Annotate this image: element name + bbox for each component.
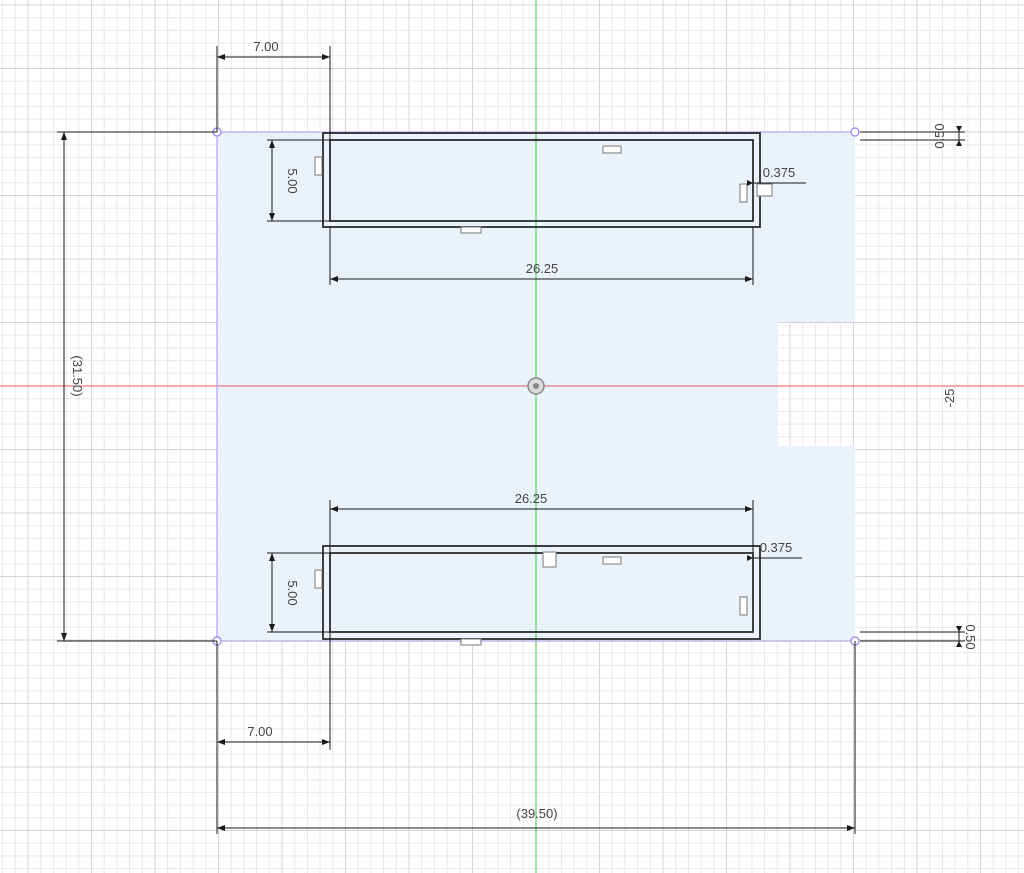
dim-top-slot-height[interactable]: 5.00	[285, 168, 300, 193]
dim-bottom-slot-length[interactable]: 26.25	[515, 491, 548, 506]
dim-bottom-right-gap[interactable]: 0.50	[963, 624, 978, 649]
dim-bottom-wall[interactable]: 0.375	[760, 540, 793, 555]
dim-top-left-offset[interactable]: 7.00	[253, 39, 278, 54]
dim-bottom-slot-height[interactable]: 5.00	[285, 580, 300, 605]
dim-bottom-left-offset[interactable]: 7.00	[247, 724, 272, 739]
dim-top-wall[interactable]: 0.375	[763, 165, 796, 180]
axis-label: -25	[942, 389, 957, 408]
origin-icon[interactable]	[527, 377, 545, 395]
dim-top-slot-length[interactable]: 26.25	[526, 261, 559, 276]
dim-top-right-gap[interactable]: 0.50	[932, 123, 947, 148]
sketch-point[interactable]	[850, 127, 860, 137]
dim-overall-height[interactable]: (31.50)	[70, 355, 85, 396]
sketch-canvas[interactable]: 7.00 5.00 26.25 0.375 0.50 (31.50) -25 2…	[0, 0, 1024, 873]
dim-overall-width[interactable]: (39.50)	[516, 806, 557, 821]
